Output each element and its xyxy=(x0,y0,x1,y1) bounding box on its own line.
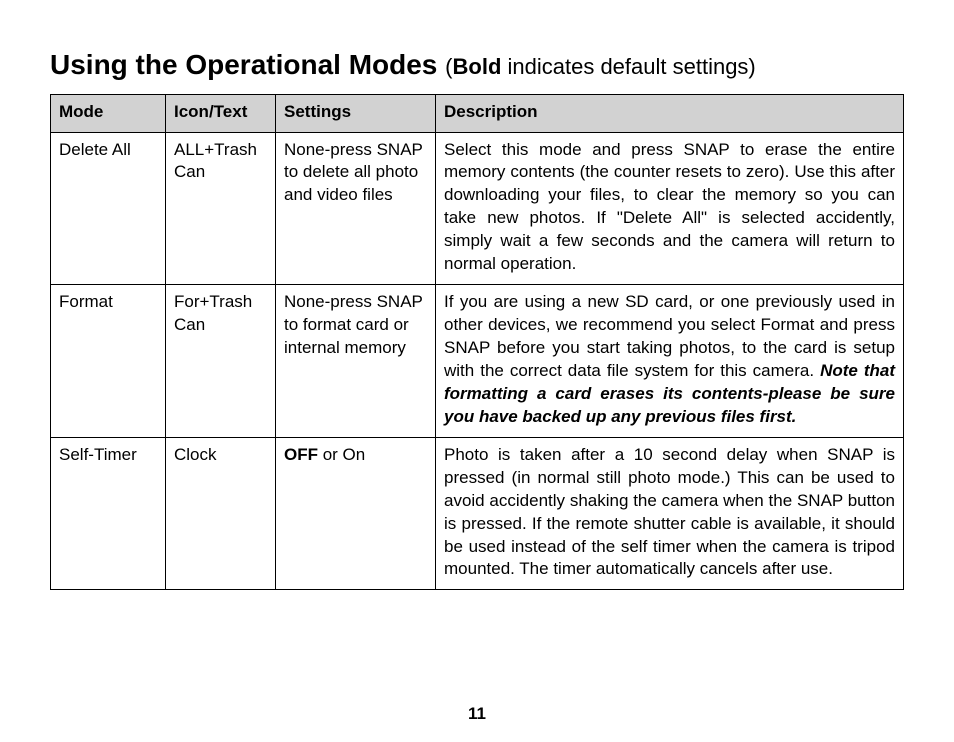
header-icon: Icon/Text xyxy=(166,94,276,132)
table-header-row: Mode Icon/Text Settings Description xyxy=(51,94,904,132)
cell-icon: For+Trash Can xyxy=(166,285,276,438)
cell-mode: Self-Timer xyxy=(51,437,166,590)
settings-rest: or On xyxy=(318,445,365,464)
title-note: (Bold indicates default settings) xyxy=(445,54,756,79)
page-number: 11 xyxy=(0,704,954,724)
modes-table: Mode Icon/Text Settings Description Dele… xyxy=(50,94,904,591)
settings-default: OFF xyxy=(284,445,318,464)
cell-icon: ALL+Trash Can xyxy=(166,132,276,285)
cell-description: Photo is taken after a 10 second delay w… xyxy=(436,437,904,590)
title-note-suffix: indicates default settings) xyxy=(501,54,755,79)
header-mode: Mode xyxy=(51,94,166,132)
header-settings: Settings xyxy=(276,94,436,132)
page-title: Using the Operational Modes (Bold indica… xyxy=(50,48,904,82)
table-row: Delete All ALL+Trash Can None-press SNAP… xyxy=(51,132,904,285)
cell-settings: None-press SNAP to format card or intern… xyxy=(276,285,436,438)
cell-settings: None-press SNAP to delete all photo and … xyxy=(276,132,436,285)
cell-icon: Clock xyxy=(166,437,276,590)
title-main: Using the Operational Modes xyxy=(50,49,437,80)
cell-mode: Format xyxy=(51,285,166,438)
title-note-bold: Bold xyxy=(453,54,502,79)
cell-description: If you are using a new SD card, or one p… xyxy=(436,285,904,438)
title-note-prefix: ( xyxy=(445,54,452,79)
header-description: Description xyxy=(436,94,904,132)
cell-mode: Delete All xyxy=(51,132,166,285)
cell-settings: OFF or On xyxy=(276,437,436,590)
table-row: Self-Timer Clock OFF or On Photo is take… xyxy=(51,437,904,590)
table-row: Format For+Trash Can None-press SNAP to … xyxy=(51,285,904,438)
manual-page: Using the Operational Modes (Bold indica… xyxy=(0,0,954,742)
cell-description: Select this mode and press SNAP to erase… xyxy=(436,132,904,285)
